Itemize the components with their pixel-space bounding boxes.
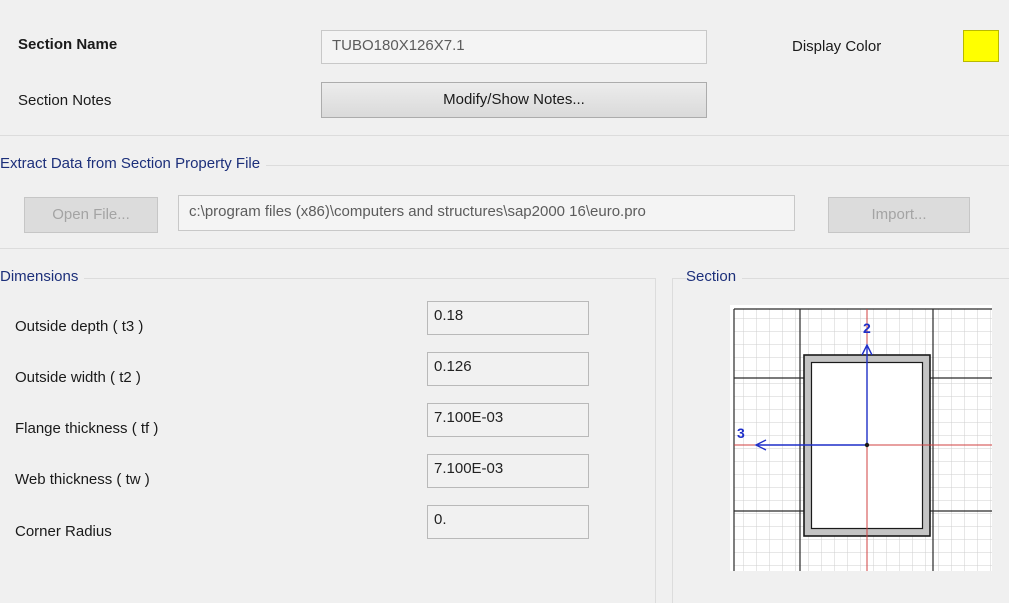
section-preview-canvas: 2 3: [730, 305, 992, 571]
file-path-field[interactable]: c:\program files (x86)\computers and str…: [178, 195, 795, 231]
section-centroid: [864, 442, 870, 448]
divider: [0, 135, 1009, 136]
flange-thickness-input[interactable]: 7.100E-03: [427, 403, 589, 437]
outside-width-input[interactable]: 0.126: [427, 352, 589, 386]
group-border: [0, 278, 655, 279]
display-color-label: Display Color: [792, 38, 882, 55]
dimensions-group-title: Dimensions: [0, 268, 85, 285]
section-group-title: Section: [686, 268, 743, 285]
section-notes-label: Section Notes: [18, 92, 112, 109]
outside-width-label: Outside width ( t2 ): [15, 369, 141, 386]
import-button[interactable]: Import...: [828, 197, 970, 233]
modify-notes-button[interactable]: Modify/Show Notes...: [321, 82, 707, 118]
open-file-button[interactable]: Open File...: [24, 197, 158, 233]
section-name-label: Section Name: [18, 36, 118, 53]
group-border: [655, 278, 656, 603]
section-name-input[interactable]: TUBO180X126X7.1: [321, 30, 707, 64]
web-thickness-input[interactable]: 7.100E-03: [427, 454, 589, 488]
corner-radius-label: Corner Radius: [15, 523, 112, 540]
axis-2-label: 2: [863, 320, 871, 336]
web-thickness-label: Web thickness ( tw ): [15, 471, 150, 488]
outside-depth-input[interactable]: 0.18: [427, 301, 589, 335]
corner-radius-input[interactable]: 0.: [427, 505, 589, 539]
group-border: [672, 278, 673, 603]
flange-thickness-label: Flange thickness ( tf ): [15, 420, 159, 437]
display-color-swatch[interactable]: [963, 30, 999, 62]
group-border: [0, 248, 1009, 249]
axis-3-label: 3: [737, 425, 745, 441]
extract-group-title: Extract Data from Section Property File: [0, 155, 267, 172]
outside-depth-label: Outside depth ( t3 ): [15, 318, 144, 335]
